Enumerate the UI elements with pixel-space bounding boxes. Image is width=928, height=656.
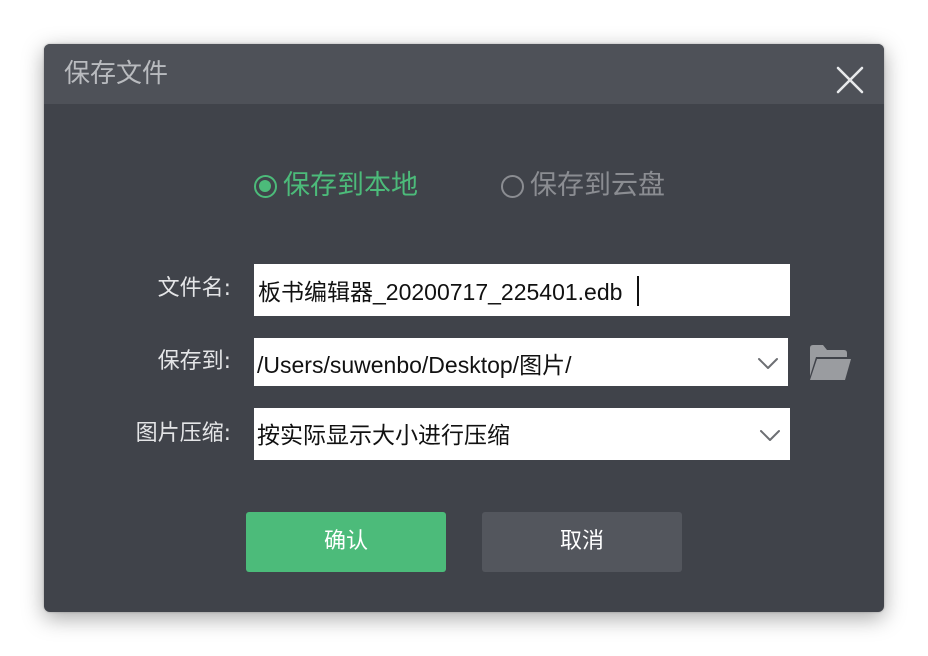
filename-input[interactable] (254, 264, 790, 316)
image-compress-value: 按实际显示大小进行压缩 (257, 422, 510, 448)
folder-open-icon (810, 345, 851, 380)
browse-folder-button[interactable] (808, 342, 852, 382)
dialog-title: 保存文件 (64, 59, 169, 89)
radio-save-local[interactable]: 保存到本地 (254, 168, 418, 204)
text-caret (637, 276, 639, 306)
image-compress-select[interactable]: 按实际显示大小进行压缩 (254, 408, 790, 460)
save-path-select[interactable]: /Users/suwenbo/Desktop/图片/ (254, 338, 788, 386)
save-file-dialog: 保存文件 保存到本地 保存到云盘 文件名: 保存到: /Users/suwenb… (44, 44, 884, 612)
close-icon (836, 66, 864, 94)
radio-save-local-label: 保存到本地 (283, 170, 418, 201)
radio-save-cloud[interactable]: 保存到云盘 (501, 168, 665, 204)
cancel-button[interactable]: 取消 (482, 512, 682, 572)
radio-unchecked-icon (501, 174, 524, 198)
radio-save-cloud-label: 保存到云盘 (530, 170, 665, 201)
image-compress-label: 图片压缩: (135, 421, 231, 446)
save-path-value: /Users/suwenbo/Desktop/图片/ (257, 352, 572, 378)
chevron-down-icon (760, 430, 780, 441)
radio-checked-icon (254, 174, 277, 198)
filename-field-box (254, 264, 790, 316)
filename-label: 文件名: (157, 276, 231, 301)
dialog-titlebar: 保存文件 (44, 44, 884, 104)
save-path-label: 保存到: (157, 349, 231, 374)
confirm-button[interactable]: 确认 (246, 512, 446, 572)
close-button[interactable] (834, 64, 866, 96)
chevron-down-icon (758, 358, 778, 369)
